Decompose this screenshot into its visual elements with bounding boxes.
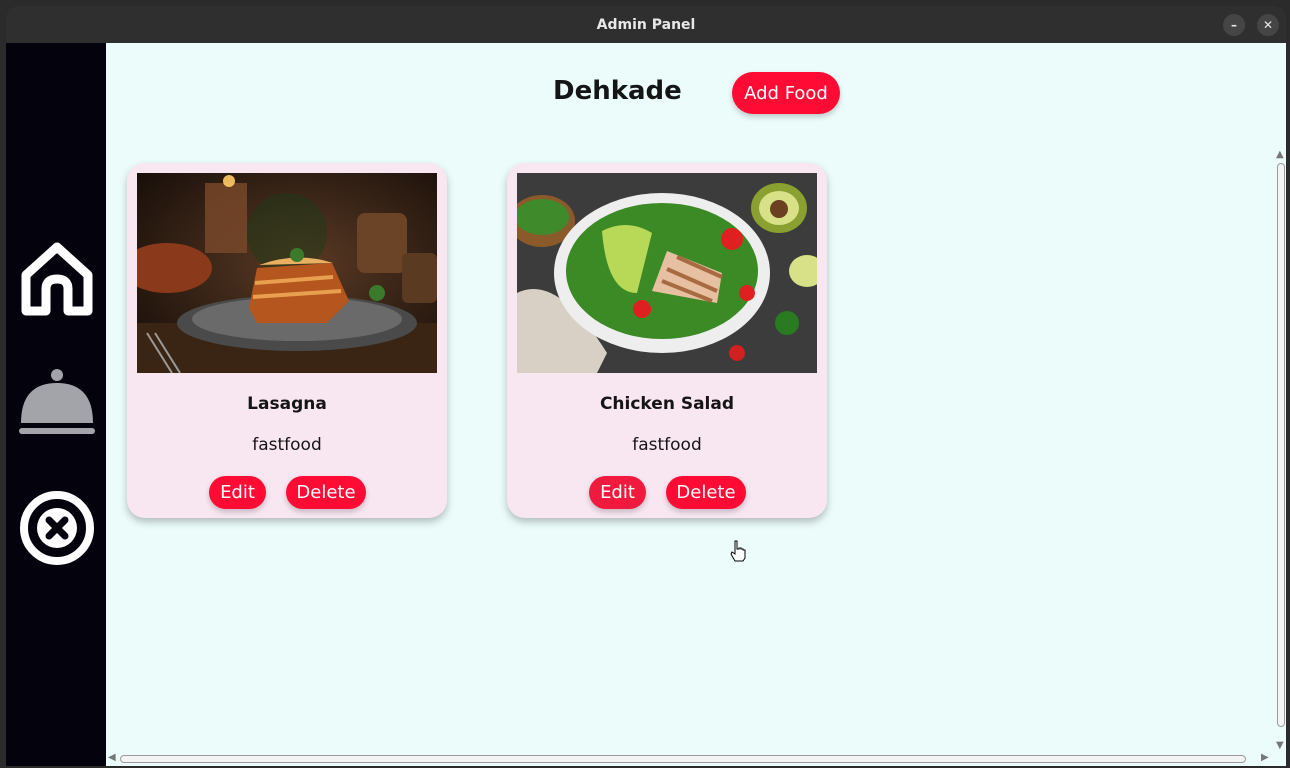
page-title: Dehkade	[553, 76, 682, 106]
scroll-down-icon[interactable]: ▼	[1276, 741, 1284, 751]
hand-cursor-icon	[730, 540, 746, 566]
horizontal-scrollbar[interactable]: ◀ ▶	[106, 751, 1274, 766]
close-icon: ✕	[1262, 18, 1274, 32]
scroll-right-icon[interactable]: ▶	[1261, 753, 1269, 763]
food-image	[517, 173, 817, 373]
food-category: fastfood	[632, 435, 702, 455]
cloche-icon[interactable]	[18, 365, 96, 443]
scroll-up-icon[interactable]: ▲	[1276, 150, 1284, 160]
delete-button[interactable]: Delete	[286, 476, 366, 509]
edit-button[interactable]: Edit	[589, 476, 646, 509]
food-category: fastfood	[252, 435, 322, 455]
edit-button[interactable]: Edit	[209, 476, 266, 509]
close-window-button[interactable]: ✕	[1257, 14, 1279, 36]
delete-button[interactable]: Delete	[666, 476, 746, 509]
food-name: Chicken Salad	[599, 394, 735, 414]
main-content: Dehkade Add Food Lasagna fastfood Edit D…	[106, 43, 1286, 766]
food-image	[137, 173, 437, 373]
vertical-scroll-thumb[interactable]	[1277, 163, 1285, 727]
sidebar	[6, 43, 106, 766]
food-name: Lasagna	[247, 394, 327, 414]
food-card: Chicken Salad fastfood Edit Delete	[507, 163, 827, 518]
scroll-left-icon[interactable]: ◀	[108, 753, 116, 763]
add-food-button[interactable]: Add Food	[732, 72, 840, 114]
food-card: Lasagna fastfood Edit Delete	[127, 163, 447, 518]
vertical-scrollbar[interactable]: ▲ ▼	[1274, 149, 1286, 753]
minimize-button[interactable]: –	[1223, 14, 1245, 36]
exit-icon[interactable]	[18, 489, 96, 571]
window-title: Admin Panel	[596, 16, 696, 33]
title-bar: Admin Panel – ✕	[6, 6, 1286, 43]
app-window: Admin Panel – ✕ Dehkade Add Food Lasagna…	[6, 6, 1286, 766]
minimize-icon: –	[1231, 18, 1237, 32]
home-icon[interactable]	[18, 239, 96, 323]
horizontal-scroll-thumb[interactable]	[120, 755, 1246, 763]
